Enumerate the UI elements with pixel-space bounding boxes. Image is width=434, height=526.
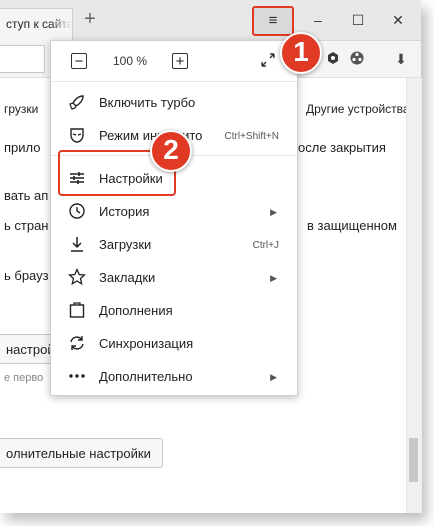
callout-badge-1: 1 bbox=[280, 32, 322, 74]
tab-title: ступ к сайта bbox=[6, 17, 73, 31]
menu-item-sync[interactable]: Синхронизация bbox=[51, 328, 297, 360]
fullscreen-icon[interactable] bbox=[259, 53, 277, 71]
settings-text-1b: осле закрытия bbox=[298, 140, 386, 155]
download-arrow-icon bbox=[67, 235, 87, 255]
tab-bar: ступ к сайта + ≡ – ☐ ✕ bbox=[0, 0, 421, 41]
menu-item-label: История bbox=[99, 204, 150, 219]
menu-item-label: Включить турбо bbox=[99, 95, 196, 110]
protect-icon[interactable] bbox=[348, 50, 366, 68]
sync-icon bbox=[67, 334, 87, 354]
submenu-arrow-icon: ▶ bbox=[270, 372, 277, 382]
advanced-settings-button[interactable]: олнительные настройки bbox=[0, 438, 163, 468]
clock-icon bbox=[67, 202, 87, 222]
close-button[interactable]: ✕ bbox=[390, 12, 406, 28]
address-input[interactable] bbox=[0, 45, 45, 73]
addons-icon bbox=[67, 301, 87, 321]
zoom-in-button[interactable]: + bbox=[172, 53, 188, 69]
submenu-arrow-icon: ▶ bbox=[270, 273, 277, 283]
menu-item-turbo[interactable]: Включить турбо bbox=[51, 87, 297, 119]
download-icon[interactable]: ⬇ bbox=[392, 50, 410, 68]
rocket-icon bbox=[67, 93, 87, 113]
zoom-level: 100 % bbox=[112, 54, 148, 68]
downloads-text: грузки bbox=[4, 102, 39, 116]
minimize-button[interactable]: – bbox=[310, 12, 326, 28]
menu-item-label: Синхронизация bbox=[99, 336, 194, 351]
menu-item-history[interactable]: История ▶ bbox=[51, 196, 297, 228]
menu-item-addons[interactable]: Дополнения bbox=[51, 295, 297, 327]
scrollbar-thumb[interactable] bbox=[409, 438, 418, 482]
menu-button[interactable]: ≡ bbox=[252, 6, 294, 36]
menu-item-bookmarks[interactable]: Закладки ▶ bbox=[51, 262, 297, 294]
star-icon bbox=[67, 267, 87, 288]
more-dots-icon bbox=[67, 367, 87, 387]
browser-window: ступ к сайта + ≡ – ☐ ✕ ⬇ грузки Другие у… bbox=[0, 0, 422, 513]
menu-item-downloads[interactable]: Загрузки Ctrl+J bbox=[51, 229, 297, 261]
settings-text-3: ь стран bbox=[4, 218, 49, 233]
menu-item-label: Закладки bbox=[99, 270, 156, 285]
first-text: е перво bbox=[4, 372, 44, 384]
settings-text-3b: в защищенном bbox=[307, 218, 397, 233]
settings-text-1: прило bbox=[4, 140, 41, 155]
menu-item-shortcut: Ctrl+Shift+N bbox=[224, 131, 279, 142]
extension-icon[interactable] bbox=[324, 50, 342, 68]
main-menu-dropdown: − 100 % + Включить турбо Режим инкогнито… bbox=[50, 40, 298, 396]
menu-item-label: Дополнения bbox=[99, 303, 173, 318]
settings-text-4: ь брауз bbox=[4, 268, 49, 283]
other-devices-link[interactable]: Другие устройства bbox=[306, 102, 410, 116]
zoom-row: − 100 % + bbox=[51, 41, 297, 82]
menu-item-more[interactable]: Дополнительно ▶ bbox=[51, 361, 297, 393]
maximize-button[interactable]: ☐ bbox=[350, 12, 366, 28]
tab-active[interactable]: ступ к сайта bbox=[0, 8, 73, 41]
menu-item-label: Загрузки bbox=[99, 237, 152, 252]
menu-item-shortcut: Ctrl+J bbox=[252, 240, 279, 251]
new-tab-button[interactable]: + bbox=[80, 9, 100, 30]
zoom-out-button[interactable]: − bbox=[71, 53, 87, 69]
callout-badge-2: 2 bbox=[150, 130, 192, 172]
submenu-arrow-icon: ▶ bbox=[270, 207, 277, 217]
mask-icon bbox=[67, 126, 87, 146]
menu-item-label: Дополнительно bbox=[99, 369, 193, 384]
settings-text-2: вать ап bbox=[4, 188, 49, 203]
